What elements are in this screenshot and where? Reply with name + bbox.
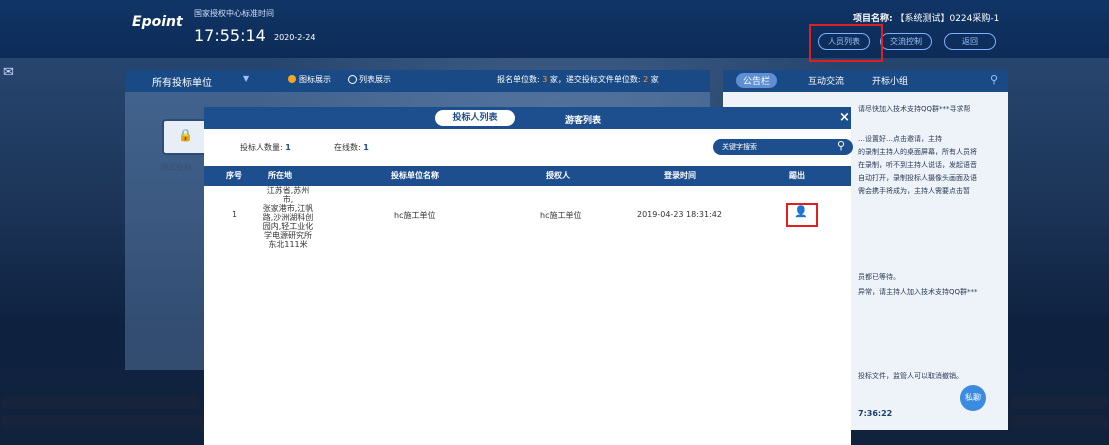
cell-bidder-name: hc施工单位 xyxy=(394,211,436,220)
cell-authorized: hc施工单位 xyxy=(540,211,582,220)
stats-prefix: 报名单位数: xyxy=(497,75,540,84)
list-view-radio[interactable] xyxy=(348,75,357,84)
notice-line: 自动打开，录制投标人摄像头画面及语 xyxy=(858,174,977,182)
online-count-value: 1 xyxy=(363,143,369,152)
location-line: 路,沙洲湖科创 xyxy=(262,213,314,222)
column-header-name: 投标单位名称 xyxy=(391,171,439,180)
notice-line: 异常，请主持人加入技术支持QQ群*** xyxy=(858,288,978,296)
online-count-label: 在线数: xyxy=(334,143,361,152)
chevron-down-icon[interactable]: ▼ xyxy=(243,74,249,83)
stats-suffix: 家 xyxy=(650,75,659,84)
tab-bidder-list[interactable]: 投标人列表 xyxy=(435,110,515,126)
kick-user-icon[interactable]: 👤 xyxy=(794,206,808,218)
location-line: 张家港市,江帆 xyxy=(262,204,314,213)
folder-label: 测试投标 xyxy=(160,163,192,172)
table-header xyxy=(204,166,851,186)
stats-registered: 3 xyxy=(542,75,548,84)
online-count: 在线数: 1 xyxy=(334,142,369,153)
notice-line: 员都已等待。 xyxy=(858,273,900,281)
icon-view-radio[interactable] xyxy=(288,75,296,83)
bidder-count-label: 投标人数量: xyxy=(240,143,283,152)
column-header-kick: 踢出 xyxy=(789,171,805,180)
registration-stats: 报名单位数: 3 家，递交投标文件单位数: 2 家 xyxy=(497,74,659,85)
notice-line: …设置好…点击邀请，主持 xyxy=(858,135,942,143)
column-header-no: 序号 xyxy=(226,171,242,180)
tab-chat[interactable]: 互动交流 xyxy=(808,74,844,87)
cell-location: 江苏省,苏州市, 张家港市,江帆 路,沙洲湖科创 园内,轻工业化 学电源研究所 … xyxy=(262,186,314,249)
lock-icon: 🔒 xyxy=(178,128,193,142)
search-icon[interactable]: ⚲ xyxy=(990,73,998,86)
location-line: 园内,轻工业化 xyxy=(262,222,314,231)
column-header-authorized: 授权人 xyxy=(546,171,570,180)
highlight-box xyxy=(809,24,883,62)
notice-line: 需会携手将成为，主持人需要点击暂 xyxy=(858,187,970,195)
cell-login-time: 2019-04-23 18:31:42 xyxy=(637,210,722,219)
clock-label: 国家授权中心标准时间 xyxy=(194,9,274,18)
column-header-location: 所在地 xyxy=(268,171,292,180)
seat-row xyxy=(0,395,200,409)
message-time: 7:36:22 xyxy=(858,409,893,418)
back-button[interactable]: 返回 xyxy=(944,33,996,50)
stats-submitted: 2 xyxy=(643,75,649,84)
seat-row xyxy=(1010,395,1109,409)
bidder-list-modal xyxy=(204,107,851,445)
logo: Epoint xyxy=(132,14,183,30)
location-line: 东北111米 xyxy=(268,240,308,249)
project-name: 项目名称: 【系统测试】0224采购-1 xyxy=(853,11,999,24)
clock-date: 2020-2-24 xyxy=(274,33,316,42)
notice-line: 在录制，听不到主持人说话，发起语音 xyxy=(858,161,977,169)
project-label: 项目名称: xyxy=(853,14,893,24)
project-value: 【系统测试】0224采购-1 xyxy=(895,14,1000,24)
notice-line: 的录制主持人的桌面屏幕，所有人员将 xyxy=(858,148,977,156)
tab-group[interactable]: 开标小组 xyxy=(872,74,908,87)
keyword-search-placeholder[interactable]: 关键字搜索 xyxy=(722,142,757,152)
stats-mid: 家，递交投标文件单位数: xyxy=(549,75,641,84)
bidder-count-value: 1 xyxy=(285,143,291,152)
location-line: 学电源研究所 xyxy=(264,231,312,240)
close-icon[interactable]: × xyxy=(839,110,850,125)
notice-line: 请尽快加入技术支持QQ群***寻求帮 xyxy=(858,105,971,113)
column-header-login-time: 登录时间 xyxy=(664,171,696,180)
modal-header xyxy=(204,107,851,129)
corner-app-icon[interactable]: ✉ xyxy=(3,65,14,80)
tab-notice[interactable]: 公告栏 xyxy=(736,73,778,88)
bidder-count: 投标人数量: 1 xyxy=(240,142,291,153)
private-chat-button[interactable]: 私聊 xyxy=(960,385,986,411)
flow-control-button[interactable]: 交流控制 xyxy=(880,33,932,50)
seat-row xyxy=(1010,415,1109,429)
list-view-label[interactable]: 列表展示 xyxy=(359,74,391,85)
tab-guest-list[interactable]: 游客列表 xyxy=(565,113,601,126)
cell-no: 1 xyxy=(232,210,238,219)
seat-row xyxy=(0,415,210,429)
notice-line: 投标文件，监管人可以取消撤销。 xyxy=(858,372,963,380)
clock-time: 17:55:14 xyxy=(194,26,266,45)
location-line: 江苏省,苏州市, xyxy=(266,186,310,204)
unit-select[interactable]: 所有投标单位 xyxy=(152,74,212,89)
icon-view-label[interactable]: 图标展示 xyxy=(299,74,331,85)
search-icon[interactable]: ⚲ xyxy=(837,139,845,152)
